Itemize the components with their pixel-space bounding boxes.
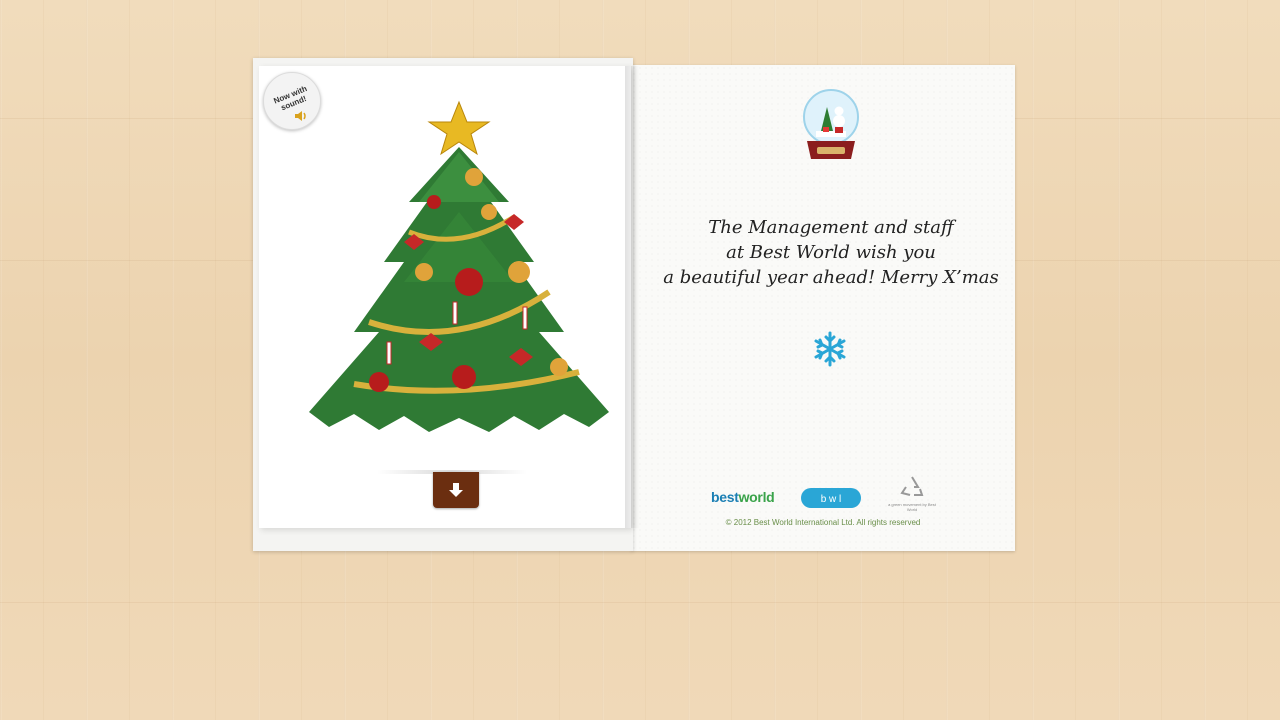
card-inside-page: The Management and staff at Best World w… bbox=[631, 65, 1015, 551]
greeting-message: The Management and staff at Best World w… bbox=[651, 215, 1011, 290]
open-card-button[interactable] bbox=[433, 472, 479, 508]
copyright-text: © 2012 Best World International Ltd. All… bbox=[725, 518, 921, 527]
floor-line bbox=[0, 602, 1280, 603]
greeting-line: a beautiful year ahead! Merry X’mas bbox=[663, 267, 999, 288]
greeting-line: at Best World wish you bbox=[726, 242, 936, 263]
partner-logos: bestworld b w l a green movement by Best… bbox=[701, 475, 951, 519]
speaker-icon bbox=[294, 109, 308, 127]
card-front-page: Now with sound! bbox=[259, 66, 631, 528]
greeting-line: The Management and staff bbox=[708, 217, 954, 238]
snowflake-icon bbox=[812, 330, 848, 373]
bwl-logo: b w l bbox=[801, 487, 865, 514]
greeting-card: The Management and staff at Best World w… bbox=[253, 58, 1015, 551]
fold-shadow bbox=[625, 66, 639, 528]
recycle-icon bbox=[900, 476, 924, 496]
arrow-down-icon bbox=[449, 483, 463, 497]
green-movement-logo: a green movement by Best World bbox=[886, 475, 938, 512]
snow-globe-icon bbox=[799, 87, 863, 170]
svg-text:b w l: b w l bbox=[821, 494, 842, 505]
christmas-tree-illustration bbox=[309, 92, 609, 442]
bestworld-logo: bestworld bbox=[711, 489, 775, 505]
